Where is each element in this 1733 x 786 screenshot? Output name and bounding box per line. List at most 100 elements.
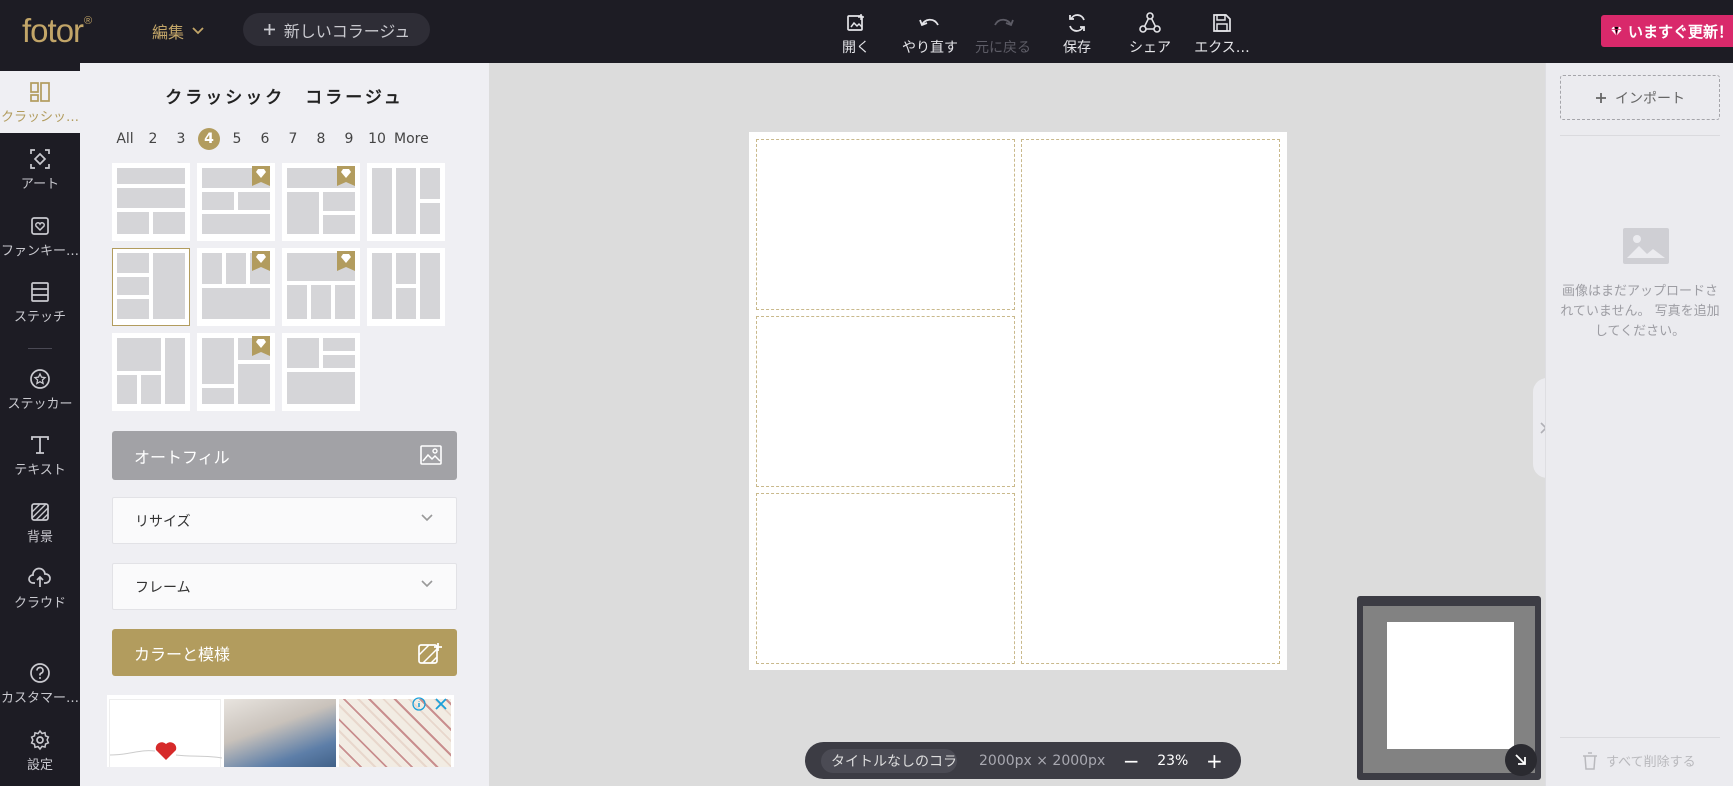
nav-settings[interactable]: 設定 — [0, 719, 80, 781]
delete-all-button[interactable]: すべて削除する — [1582, 751, 1696, 770]
nav-cloud[interactable]: クラウド — [0, 557, 80, 619]
template-3[interactable] — [282, 163, 360, 241]
diamond-icon — [1611, 26, 1622, 36]
plus-icon — [1596, 92, 1606, 103]
nav-text[interactable]: テキスト — [0, 424, 80, 486]
edit-menu[interactable]: 編集 — [152, 19, 204, 43]
ad-image-heart[interactable] — [109, 699, 223, 767]
text-icon — [31, 435, 49, 454]
undo-button[interactable]: やり直す — [894, 12, 966, 58]
chevron-down-icon — [421, 580, 433, 588]
nav-funky[interactable]: ファンキー… — [0, 205, 80, 267]
template-2[interactable] — [197, 163, 275, 241]
document-title-input[interactable]: タイトルなしのコラージュ — [821, 748, 957, 773]
nav-separator — [28, 348, 52, 349]
zoom-in-button[interactable]: + — [1204, 749, 1224, 773]
count-7[interactable]: 7 — [282, 128, 304, 150]
arrow-down-right-icon — [1515, 754, 1526, 765]
empty-image-icon — [1623, 228, 1669, 264]
fotor-logo[interactable]: fotor® — [22, 12, 92, 50]
panel-title: クラッシック コラージュ — [165, 88, 404, 108]
collage-page[interactable] — [749, 132, 1287, 670]
template-7[interactable] — [282, 248, 360, 326]
export-button[interactable]: エクス… — [1186, 12, 1258, 58]
minimap[interactable] — [1357, 596, 1541, 780]
art-collage-icon — [30, 148, 50, 169]
minimap-collapse-button[interactable] — [1505, 744, 1537, 776]
top-bar: fotor® 編集 新しいコラージュ 開く やり直す 元に戻る 保存 シェア エ… — [0, 0, 1733, 63]
ad-close-icon[interactable] — [434, 697, 448, 711]
open-button[interactable]: 開く — [820, 12, 892, 58]
background-icon — [31, 502, 49, 521]
template-11[interactable] — [282, 333, 360, 411]
count-filter: All 2 3 4 5 6 7 8 9 10 More — [114, 128, 435, 150]
canvas-status-bar: タイトルなしのコラージュ 2000px × 2000px − 23% + — [805, 742, 1241, 779]
left-nav: クラッシッ… アート ファンキー… ステッチ ステッカー テキスト 背景 クラウ… — [0, 63, 80, 786]
resize-accordion[interactable]: リサイズ — [112, 497, 457, 544]
photo-slot-2[interactable] — [756, 316, 1015, 487]
plus-icon — [263, 24, 275, 35]
autofill-button[interactable]: オートフィル — [112, 431, 457, 480]
upgrade-button[interactable]: いますぐ更新！ — [1601, 15, 1733, 47]
photo-slot-3[interactable] — [756, 493, 1015, 664]
count-3[interactable]: 3 — [170, 128, 192, 150]
template-10[interactable] — [197, 333, 275, 411]
count-2[interactable]: 2 — [142, 128, 164, 150]
image-fill-icon — [420, 445, 442, 465]
stitch-icon — [31, 281, 49, 302]
canvas-dimensions: 2000px × 2000px — [979, 752, 1106, 769]
template-4[interactable] — [367, 163, 445, 241]
sticker-icon — [30, 368, 50, 389]
photo-slot-1[interactable] — [756, 139, 1015, 310]
nav-customer-support[interactable]: カスタマー… — [0, 652, 80, 714]
canvas-area: タイトルなしのコラージュ 2000px × 2000px − 23% + — [489, 63, 1553, 786]
help-icon — [30, 662, 50, 683]
zoom-out-button[interactable]: − — [1121, 749, 1141, 773]
template-5-selected[interactable] — [112, 248, 190, 326]
template-8[interactable] — [367, 248, 445, 326]
export-icon — [1213, 14, 1231, 32]
nav-art[interactable]: アート — [0, 138, 80, 200]
photo-slot-4[interactable] — [1021, 139, 1280, 664]
funky-collage-icon — [31, 216, 49, 235]
nav-classic[interactable]: クラッシッ… — [0, 71, 80, 133]
zoom-level: 23% — [1157, 752, 1189, 769]
share-button[interactable]: シェア — [1114, 12, 1186, 58]
count-5[interactable]: 5 — [226, 128, 248, 150]
count-6[interactable]: 6 — [254, 128, 276, 150]
chevron-down-icon — [192, 27, 204, 35]
new-collage-button[interactable]: 新しいコラージュ — [243, 13, 430, 46]
ad-info-icon[interactable] — [412, 697, 426, 711]
import-button[interactable]: インポート — [1560, 75, 1720, 120]
ad-banner[interactable] — [107, 695, 454, 767]
classic-collage-icon — [30, 81, 50, 102]
classic-collage-panel: クラッシック コラージュ All 2 3 4 5 6 7 8 9 10 More — [80, 63, 489, 786]
ad-image-laptop[interactable] — [224, 699, 336, 767]
settings-gear-icon — [30, 729, 50, 750]
count-10[interactable]: 10 — [366, 128, 388, 150]
template-9[interactable] — [112, 333, 190, 411]
template-6[interactable] — [197, 248, 275, 326]
color-pattern-button[interactable]: カラーと模様 — [112, 629, 457, 676]
count-all[interactable]: All — [114, 128, 136, 150]
count-more[interactable]: More — [394, 128, 429, 150]
redo-button[interactable]: 元に戻る — [967, 12, 1039, 58]
minimap-page — [1387, 622, 1514, 749]
nav-stitch[interactable]: ステッチ — [0, 271, 80, 333]
save-button[interactable]: 保存 — [1041, 12, 1113, 58]
nav-sticker[interactable]: ステッカー — [0, 358, 80, 420]
count-8[interactable]: 8 — [310, 128, 332, 150]
redo-icon — [994, 18, 1014, 27]
count-9[interactable]: 9 — [338, 128, 360, 150]
divider — [1560, 737, 1720, 738]
open-image-icon — [847, 14, 864, 31]
right-panel: インポート 画像はまだアップロードされていません。 写真を追加してください。 す… — [1545, 63, 1733, 786]
nav-background[interactable]: 背景 — [0, 491, 80, 553]
undo-icon — [919, 18, 939, 27]
count-4[interactable]: 4 — [198, 128, 220, 150]
frame-accordion[interactable]: フレーム — [112, 563, 457, 610]
template-1[interactable] — [112, 163, 190, 241]
edit-menu-label: 編集 — [152, 23, 185, 42]
divider — [1560, 135, 1720, 136]
chevron-down-icon — [421, 514, 433, 522]
